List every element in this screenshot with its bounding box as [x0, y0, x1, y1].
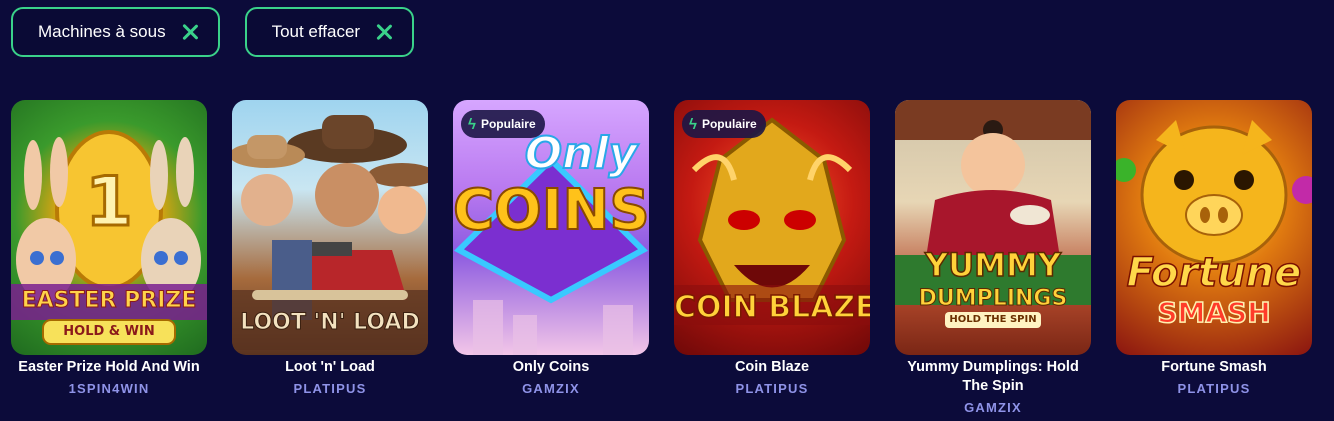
art-title: YUMMY — [924, 245, 1062, 285]
art-tagline: HOLD THE SPIN — [949, 314, 1037, 325]
close-icon[interactable] — [180, 22, 200, 42]
game-provider[interactable]: PLATIPUS — [1116, 380, 1312, 397]
game-card[interactable]: 1 EASTER PRIZE HOLD & WIN Easter Prize H… — [11, 100, 207, 397]
game-card[interactable]: Fortune SMASH Fortune Smash PLATIPUS — [1116, 100, 1312, 397]
art-title: LOOT 'N' LOAD — [240, 310, 420, 336]
game-provider[interactable]: GAMZIX — [453, 380, 649, 397]
game-thumbnail[interactable]: Fortune SMASH — [1116, 100, 1312, 355]
clear-all-label: Tout effacer — [271, 22, 361, 41]
game-thumbnail[interactable]: Only COINS ϟ Populaire — [453, 100, 649, 355]
game-title[interactable]: Coin Blaze — [674, 358, 870, 377]
popular-badge: ϟ Populaire — [682, 110, 766, 138]
game-provider[interactable]: GAMZIX — [895, 399, 1091, 416]
filter-chip-label: Machines à sous — [38, 22, 166, 41]
svg-text:1: 1 — [85, 163, 132, 242]
art-subtitle: COINS — [453, 177, 649, 244]
game-title[interactable]: Fortune Smash — [1116, 358, 1312, 377]
badge-label: Populaire — [701, 117, 757, 131]
popular-badge: ϟ Populaire — [461, 110, 545, 138]
game-title[interactable]: Loot 'n' Load — [232, 358, 428, 377]
bolt-icon: ϟ — [689, 115, 697, 133]
game-title[interactable]: Only Coins — [453, 358, 649, 377]
game-card[interactable]: COIN BLAZE ϟ Populaire Coin Blaze PLATIP… — [674, 100, 870, 397]
art-subtitle: HOLD & WIN — [63, 324, 155, 339]
art-subtitle: DUMPLINGS — [918, 286, 1068, 312]
game-title[interactable]: Easter Prize Hold And Win — [11, 358, 207, 377]
game-thumbnail[interactable]: YUMMY DUMPLINGS HOLD THE SPIN — [895, 100, 1091, 355]
game-thumbnail[interactable]: LOOT 'N' LOAD — [232, 100, 428, 355]
game-provider[interactable]: PLATIPUS — [674, 380, 870, 397]
game-title[interactable]: Yummy Dumplings: Hold The Spin — [895, 358, 1091, 396]
art-title: EASTER PRIZE — [21, 288, 197, 314]
game-provider[interactable]: 1SPIN4WIN — [11, 380, 207, 397]
art-title: COIN BLAZE — [674, 289, 870, 326]
game-card[interactable]: Only COINS ϟ Populaire Only Coins GAMZIX — [453, 100, 649, 397]
game-provider[interactable]: PLATIPUS — [232, 380, 428, 397]
game-card[interactable]: YUMMY DUMPLINGS HOLD THE SPIN Yummy Dump… — [895, 100, 1091, 416]
art-subtitle: SMASH — [1157, 295, 1272, 330]
easter-art: 1 — [11, 130, 207, 345]
bolt-icon: ϟ — [468, 115, 476, 133]
badge-label: Populaire — [480, 117, 536, 131]
close-icon[interactable] — [374, 22, 394, 42]
filter-chip-slots[interactable]: Machines à sous — [11, 7, 220, 57]
art-title: Fortune — [1126, 249, 1302, 297]
game-thumbnail[interactable]: COIN BLAZE ϟ Populaire — [674, 100, 870, 355]
filter-chips: Machines à sous Tout effacer — [11, 7, 415, 57]
clear-all-button[interactable]: Tout effacer — [244, 7, 415, 57]
game-thumbnail[interactable]: 1 EASTER PRIZE HOLD & WIN — [11, 100, 207, 355]
game-card[interactable]: LOOT 'N' LOAD Loot 'n' Load PLATIPUS — [232, 100, 428, 397]
